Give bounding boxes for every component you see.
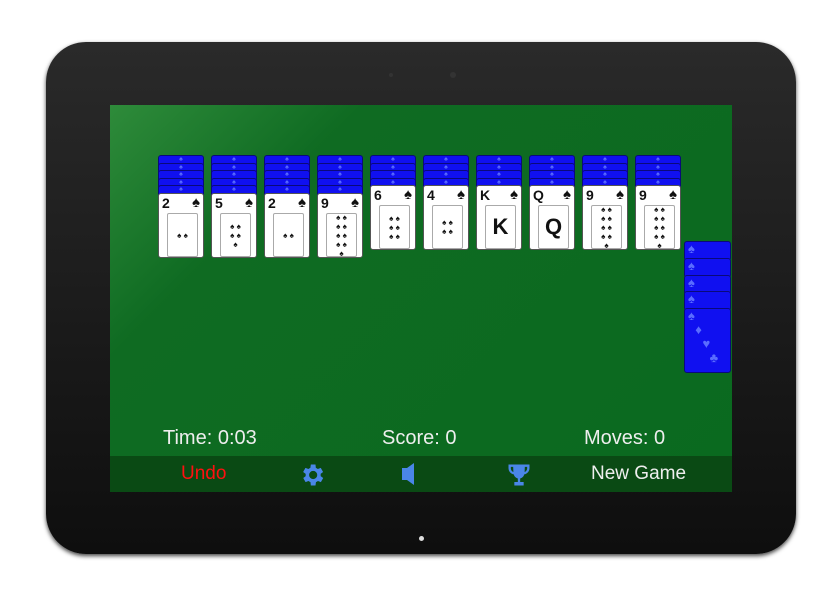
camera-icon [450,72,456,78]
card-face[interactable]: 9 ♠ ♠ ♠ ♠ ♠ ♠ ♠ ♠ ♠ ♠ [635,185,681,251]
spade-icon: ♠ [510,186,518,204]
spade-icon: ♠ [404,186,412,204]
card-face[interactable]: 6 ♠ ♠ ♠ ♠ ♠ ♠ ♠ [370,185,416,251]
card-pips: ♠ ♠ ♠ ♠ ♠ ♠ [389,213,400,241]
card-center: ♠ ♠ ♠ ♠ ♠ ♠ ♠ ♠ ♠ [644,204,675,250]
spade-icon: ♠ [563,186,571,204]
stock-card-back[interactable]: ♠ ♦ ♥ ♣ [684,308,731,374]
card-face[interactable]: 9 ♠ ♠ ♠ ♠ ♠ ♠ ♠ ♠ ♠ ♠ [317,193,363,258]
undo-button[interactable]: Undo [181,463,226,485]
card-face[interactable]: Q ♠ Q [529,185,575,251]
card-center: ♠ ♠ [273,213,304,257]
card-rank: 6 [374,187,382,204]
card-rank: 9 [586,187,594,204]
card-center: ♠ ♠ ♠ ♠ [432,205,463,250]
sensor-icon [389,73,393,77]
spade-icon: ♠ [351,194,359,211]
time-label: Time: 0:03 [163,427,257,449]
card-rank: 9 [321,195,329,211]
card-rank: 9 [639,187,647,204]
card-rank: Q [533,187,544,204]
card-face[interactable]: 9 ♠ ♠ ♠ ♠ ♠ ♠ ♠ ♠ ♠ ♠ [582,185,628,251]
spade-icon: ♠ [669,186,677,204]
trophy-icon[interactable] [505,461,533,489]
card-pips: ♠ ♠ ♠ ♠ ♠ [230,221,241,249]
card-rank: 2 [162,195,170,211]
card-center: K [485,205,516,250]
card-rank: 4 [427,187,435,204]
card-pips: ♠ ♠ [283,230,294,240]
speaker-icon[interactable] [402,463,416,485]
card-pips: ♠ ♠ [177,230,188,240]
moves-label: Moves: 0 [584,427,666,449]
score-label: Score: 0 [382,427,457,449]
card-rank: K [480,187,491,204]
new-game-button[interactable]: New Game [591,463,686,485]
card-center: ♠ ♠ ♠ ♠ ♠ ♠ ♠ ♠ ♠ [326,212,357,258]
game-screen: ♠ ♠ ♠ ♠ ♠ 2 ♠ ♠ ♠ ♠ ♠ ♠ ♠ ♠ 5 ♠ ♠ ♠ ♠ ♠ ♠ ♠ ♠ ♠ ♠ ♠ 2 ♠ ♠ ♠ ♠ ♠ ♠ ♠ ♠… [110,105,732,492]
card-face[interactable]: 2 ♠ ♠ ♠ [158,193,204,258]
spade-icon: ♠ [457,186,465,204]
card-center: ♠ ♠ ♠ ♠ ♠ [220,213,251,257]
card-pips: ♠ ♠ ♠ ♠ ♠ ♠ ♠ ♠ ♠ [654,204,665,250]
card-center: Q [538,205,569,250]
card-face[interactable]: 5 ♠ ♠ ♠ ♠ ♠ ♠ [211,193,257,258]
card-face[interactable]: 4 ♠ ♠ ♠ ♠ ♠ [423,185,469,251]
home-indicator [419,536,424,541]
toolbar: Undo New Game [110,456,732,492]
card-pips: ♠ ♠ ♠ ♠ [442,218,453,237]
card-face[interactable]: K ♠ K [476,185,522,251]
spade-icon: ♠ [616,186,624,204]
spade-icon: ♠ [192,194,200,211]
card-center: ♠ ♠ ♠ ♠ ♠ ♠ ♠ ♠ ♠ [591,204,622,250]
card-face[interactable]: 2 ♠ ♠ ♠ [264,193,310,258]
spade-icon: ♠ [298,194,306,211]
card-rank: 2 [268,195,276,211]
spade-icon: ♠ [245,194,253,211]
card-center: ♠ ♠ [167,213,198,257]
card-center: ♠ ♠ ♠ ♠ ♠ ♠ [379,205,410,250]
card-pips: ♠ ♠ ♠ ♠ ♠ ♠ ♠ ♠ ♠ [601,204,612,250]
card-pips: ♠ ♠ ♠ ♠ ♠ ♠ ♠ ♠ ♠ [336,212,347,258]
gear-icon[interactable] [298,461,326,489]
card-rank: 5 [215,195,223,211]
